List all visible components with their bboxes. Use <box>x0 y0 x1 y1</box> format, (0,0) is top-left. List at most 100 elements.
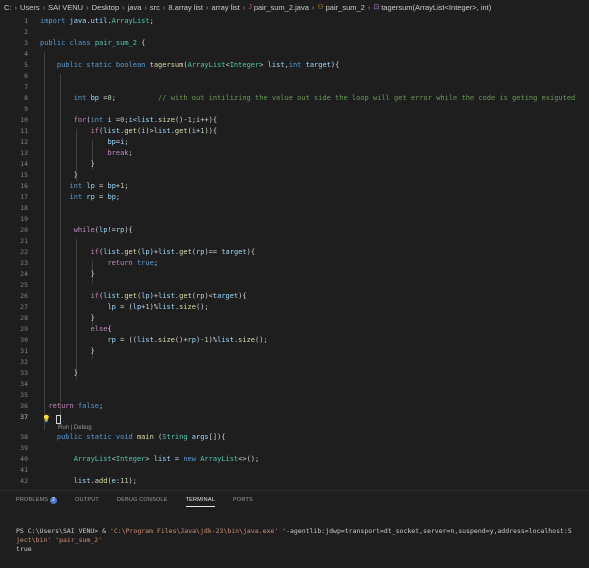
line-number: 3 <box>24 39 28 47</box>
chevron-right-icon: › <box>86 2 89 12</box>
line-number: 14 <box>20 160 28 168</box>
breadcrumb-item-desktop[interactable]: Desktop <box>92 3 120 12</box>
breadcrumb-item-subfolder[interactable]: array list <box>211 3 239 12</box>
code-editor[interactable]: 1 import java.util.ArrayList; 2 3 public cla… <box>0 14 589 486</box>
code-line[interactable]: 30 rp = ((list.size()+rp)-1)%list.size()… <box>0 335 589 346</box>
line-number: 41 <box>20 466 28 474</box>
code-text: while(lp!=rp){ <box>73 226 133 234</box>
code-line[interactable]: 2 <box>0 27 589 38</box>
bottom-panel: PROBLEMS 2 OUTPUT DEBUG CONSOLE TERMINAL … <box>0 490 589 568</box>
breadcrumb-item-java[interactable]: java <box>128 3 142 12</box>
code-line[interactable]: 22 if(list.get(lp)+list.get(rp)== target… <box>0 247 589 258</box>
code-line[interactable]: 38 public static void main (String args[… <box>0 432 589 443</box>
tab-problems[interactable]: PROBLEMS 2 <box>16 494 58 507</box>
code-line[interactable]: 27 lp = (lp+1)%list.size(); <box>0 302 589 313</box>
code-text: else{ <box>90 325 112 333</box>
code-line[interactable]: 1 import java.util.ArrayList; <box>0 16 589 27</box>
code-line[interactable]: 29 else{ <box>0 324 589 335</box>
code-line[interactable]: 36 return false; <box>0 401 589 412</box>
code-line[interactable]: 5 public static boolean tagersum(ArrayLi… <box>0 60 589 71</box>
line-number: 34 <box>20 380 28 388</box>
terminal-args: '-agentlib:jdwp=transport=dt_socket,serv… <box>282 527 572 535</box>
chevron-right-icon: › <box>162 2 166 12</box>
code-line[interactable]: 23 return true; <box>0 258 589 269</box>
breadcrumb-item-users[interactable]: Users <box>20 3 40 12</box>
code-line[interactable]: 40 ArrayList<Integer> list = new ArrayLi… <box>0 454 589 465</box>
code-line[interactable]: 16 int lp = bp+1; <box>0 181 589 192</box>
terminal-class-arg: 'pair_sum_2' <box>55 536 103 544</box>
breadcrumb-file[interactable]: pair_sum_2.java <box>254 3 309 12</box>
code-line[interactable]: 8 int bp =0; // with out intilizing the … <box>0 93 589 104</box>
code-line[interactable]: 24 } <box>0 269 589 280</box>
breadcrumb-item-user[interactable]: SAI VENU <box>48 3 83 12</box>
line-number: 18 <box>20 204 28 212</box>
line-number: 19 <box>20 215 28 223</box>
line-number: 9 <box>24 105 28 113</box>
code-text: } <box>40 171 78 179</box>
code-line[interactable]: 6 <box>0 71 589 82</box>
code-line[interactable]: 13 break; <box>0 148 589 159</box>
terminal-command-line-2: ject\bin' 'pair_sum_2' <box>16 536 589 545</box>
breadcrumb-class[interactable]: pair_sum_2 <box>326 3 365 12</box>
code-line[interactable]: 19 <box>0 214 589 225</box>
code-line[interactable]: 32 <box>0 357 589 368</box>
breadcrumb-drive[interactable]: C: <box>4 3 12 12</box>
line-number: 24 <box>20 270 28 278</box>
code-line[interactable]: 20 while(lp!=rp){ <box>0 225 589 236</box>
code-line[interactable]: 33 } <box>0 368 589 379</box>
breadcrumb-item-folder[interactable]: 8.array list <box>168 3 203 12</box>
tab-output[interactable]: OUTPUT <box>75 494 99 506</box>
code-line[interactable]: 25 <box>0 280 589 291</box>
chevron-right-icon: › <box>42 2 46 12</box>
terminal-result: true <box>16 545 32 553</box>
code-line[interactable]: 7 <box>0 82 589 93</box>
problems-count-badge: 2 <box>50 496 58 504</box>
code-line[interactable]: 21 <box>0 236 589 247</box>
code-line[interactable]: 34 <box>0 379 589 390</box>
tab-ports[interactable]: PORTS <box>233 494 253 506</box>
code-text: } <box>40 347 95 355</box>
breadcrumb-method[interactable]: tagersum(ArrayList<Integer>, int) <box>381 3 491 12</box>
code-line[interactable]: 14 } <box>0 159 589 170</box>
code-line[interactable]: 15 } <box>0 170 589 181</box>
code-text: int bp =0; // with out intilizing the va… <box>73 94 576 102</box>
code-line[interactable]: 11 if(list.get(i)>list.get(i+1)){ <box>0 126 589 137</box>
chevron-right-icon: › <box>205 2 209 12</box>
code-text: ArrayList<Integer> list = new ArrayList<… <box>73 455 260 463</box>
code-line[interactable]: 3 public class pair_sum_2 { <box>0 38 589 49</box>
line-number: 25 <box>20 281 28 289</box>
code-line[interactable]: 9 <box>0 104 589 115</box>
panel-tabs: PROBLEMS 2 OUTPUT DEBUG CONSOLE TERMINAL … <box>0 491 271 509</box>
code-line[interactable]: 18 <box>0 203 589 214</box>
code-line[interactable]: 41 <box>0 465 589 476</box>
code-line[interactable]: 12 bp=i; <box>0 137 589 148</box>
breadcrumb-item-src[interactable]: src <box>150 3 160 12</box>
code-line[interactable]: 10 for(int i =0;i<list.size()-1;i++){ <box>0 115 589 126</box>
line-number: 39 <box>20 444 28 452</box>
codelens-run-debug[interactable]: Run | Debug <box>58 425 92 431</box>
code-line[interactable]: 4 <box>0 49 589 60</box>
code-line[interactable]: 37 <box>0 412 589 423</box>
line-number: 15 <box>20 171 28 179</box>
line-number: 22 <box>20 248 28 256</box>
code-line[interactable]: 39 <box>0 443 589 454</box>
code-line[interactable]: 26 if(list.get(lp)+list.get(rp)<target){ <box>0 291 589 302</box>
code-text: if(list.get(i)>list.get(i+1)){ <box>90 127 218 135</box>
terminal-output[interactable]: PS C:\Users\SAI VENU> & 'C:\Program File… <box>16 527 589 554</box>
tab-debug-console[interactable]: DEBUG CONSOLE <box>117 494 168 506</box>
line-number: 20 <box>20 226 28 234</box>
line-number: 10 <box>20 116 28 124</box>
code-line[interactable]: 31 } <box>0 346 589 357</box>
terminal-path-tail: ject\bin' <box>16 536 52 544</box>
line-number: 4 <box>24 50 28 58</box>
tab-terminal[interactable]: TERMINAL <box>185 494 215 507</box>
line-number: 16 <box>20 182 28 190</box>
code-line[interactable]: 17 int rp = bp; <box>0 192 589 203</box>
code-line[interactable]: 35 <box>0 390 589 401</box>
code-line[interactable]: 28 } <box>0 313 589 324</box>
code-line[interactable]: 42 list.add(e:11); <box>0 476 589 486</box>
code-text: for(int i =0;i<list.size()-1;i++){ <box>73 116 218 124</box>
lightbulb-icon[interactable]: 💡 <box>42 415 51 423</box>
line-number: 2 <box>24 28 28 36</box>
code-text: break; <box>107 149 133 157</box>
